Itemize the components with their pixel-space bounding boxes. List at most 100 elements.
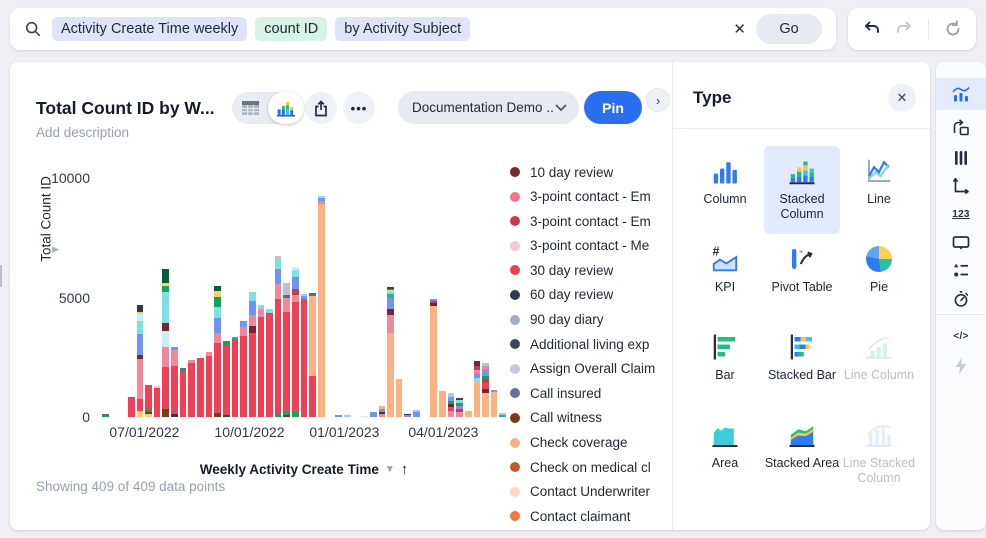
share-button[interactable]	[305, 92, 337, 124]
bar-segment[interactable]	[283, 311, 291, 412]
bar-segment[interactable]	[413, 412, 420, 417]
refresh-icon[interactable]	[943, 19, 963, 39]
bar-segment[interactable]	[102, 415, 109, 417]
bar[interactable]	[473, 360, 481, 417]
bar-segment[interactable]	[490, 391, 498, 417]
bar-segment[interactable]	[464, 411, 472, 417]
legend-item[interactable]: Assign Overall Claim	[510, 361, 670, 377]
bar-segment[interactable]	[274, 298, 282, 414]
dataset-dropdown[interactable]: Documentation Demo ...	[398, 91, 579, 124]
bar-segment[interactable]	[162, 323, 170, 331]
bar-segment[interactable]	[136, 320, 144, 334]
bar-segment[interactable]	[153, 387, 161, 417]
bar-segment[interactable]	[214, 332, 221, 344]
legend-item[interactable]: 60 day review	[510, 287, 670, 303]
bar-segment[interactable]	[499, 414, 507, 417]
bar-segment[interactable]	[162, 268, 170, 284]
bar-segment[interactable]	[188, 362, 196, 417]
bar-segment[interactable]	[343, 414, 351, 417]
search-token[interactable]: Activity Create Time weekly	[52, 17, 248, 41]
bar-segment[interactable]	[136, 398, 144, 411]
bar-segment[interactable]	[205, 356, 213, 417]
bar[interactable]	[378, 406, 386, 417]
add-description-button[interactable]: Add description	[36, 125, 129, 140]
bar[interactable]	[145, 384, 152, 417]
bar[interactable]	[438, 390, 446, 417]
legend-item[interactable]: 3-point contact - Em	[510, 213, 670, 229]
bar-segment[interactable]	[335, 414, 342, 417]
bar-segment[interactable]	[387, 333, 394, 417]
bar[interactable]	[482, 363, 489, 417]
table-view-button[interactable]	[232, 92, 268, 124]
bar-segment[interactable]	[240, 327, 247, 336]
bar[interactable]	[153, 385, 161, 417]
bar-segment[interactable]	[378, 414, 386, 417]
bar[interactable]	[197, 358, 204, 417]
sidebar-schedule-icon[interactable]	[936, 283, 986, 315]
bar[interactable]	[292, 266, 299, 417]
sidebar-chart-config-icon[interactable]	[936, 78, 986, 110]
bar[interactable]	[456, 397, 463, 417]
go-button[interactable]: Go	[756, 14, 822, 44]
bar-segment[interactable]	[136, 410, 144, 417]
bar[interactable]	[464, 411, 472, 417]
bar-segment[interactable]	[162, 330, 170, 348]
bar-segment[interactable]	[283, 414, 291, 417]
bar-segment[interactable]	[162, 408, 170, 417]
bar-segment[interactable]	[274, 268, 282, 285]
bar[interactable]	[102, 413, 109, 417]
bar-segment[interactable]	[274, 413, 282, 417]
bar[interactable]	[136, 304, 144, 417]
bar-segment[interactable]	[162, 292, 170, 324]
bar-segment[interactable]	[171, 366, 178, 415]
legend-item[interactable]: 10 day review	[510, 164, 670, 180]
bar-segment[interactable]	[257, 309, 265, 317]
bar-segment[interactable]	[300, 298, 308, 417]
bar[interactable]	[222, 340, 230, 417]
bar[interactable]	[447, 393, 455, 417]
bar[interactable]	[179, 368, 187, 417]
bar-segment[interactable]	[292, 277, 299, 290]
bar-segment[interactable]	[482, 393, 489, 417]
chart-type-tile-stacked-area[interactable]: Stacked Area	[764, 410, 840, 498]
bar-segment[interactable]	[283, 283, 291, 296]
bar-segment[interactable]	[248, 301, 256, 316]
bar-segment[interactable]	[162, 367, 170, 409]
chart-type-tile-pie[interactable]: Pie	[841, 234, 917, 322]
bar[interactable]	[283, 283, 291, 417]
search-token[interactable]: count ID	[255, 17, 328, 41]
stacked-column-chart[interactable]	[102, 178, 507, 417]
bar[interactable]	[369, 412, 377, 417]
close-icon[interactable]: ✕	[888, 84, 916, 112]
sidebar-number-format-icon[interactable]: 123	[936, 198, 986, 230]
bar-segment[interactable]	[292, 302, 299, 413]
bar-segment[interactable]	[222, 344, 230, 416]
bar-segment[interactable]	[248, 315, 256, 327]
bar[interactable]	[248, 291, 256, 417]
undo-icon[interactable]	[861, 19, 881, 39]
bar-segment[interactable]	[274, 259, 282, 269]
legend-item[interactable]: Check coverage	[510, 435, 670, 451]
bar-segment[interactable]	[214, 306, 221, 319]
bar[interactable]	[214, 286, 221, 417]
legend-item[interactable]: Call insured	[510, 385, 670, 401]
bar-segment[interactable]	[456, 412, 463, 417]
bar-segment[interactable]	[214, 343, 221, 413]
legend-item[interactable]: Additional living exp	[510, 336, 670, 352]
bar-segment[interactable]	[266, 313, 273, 417]
bar[interactable]	[413, 409, 420, 417]
bar-segment[interactable]	[309, 376, 317, 417]
bar-segment[interactable]	[231, 339, 239, 417]
bar[interactable]	[240, 321, 247, 417]
sidebar-visualize-icon[interactable]	[936, 112, 986, 144]
legend-item[interactable]: 90 day diary	[510, 312, 670, 328]
bar-segment[interactable]	[283, 297, 291, 312]
bar[interactable]	[343, 414, 351, 417]
bar-segment[interactable]	[430, 305, 437, 417]
bar[interactable]	[430, 299, 437, 417]
bar[interactable]	[499, 413, 507, 417]
legend-item[interactable]: Contact Underwriter	[510, 484, 670, 500]
bar-segment[interactable]	[145, 384, 152, 409]
clear-search-icon[interactable]: ✕	[723, 14, 756, 44]
axis-sort-caret-icon[interactable]: ▼	[385, 464, 395, 475]
